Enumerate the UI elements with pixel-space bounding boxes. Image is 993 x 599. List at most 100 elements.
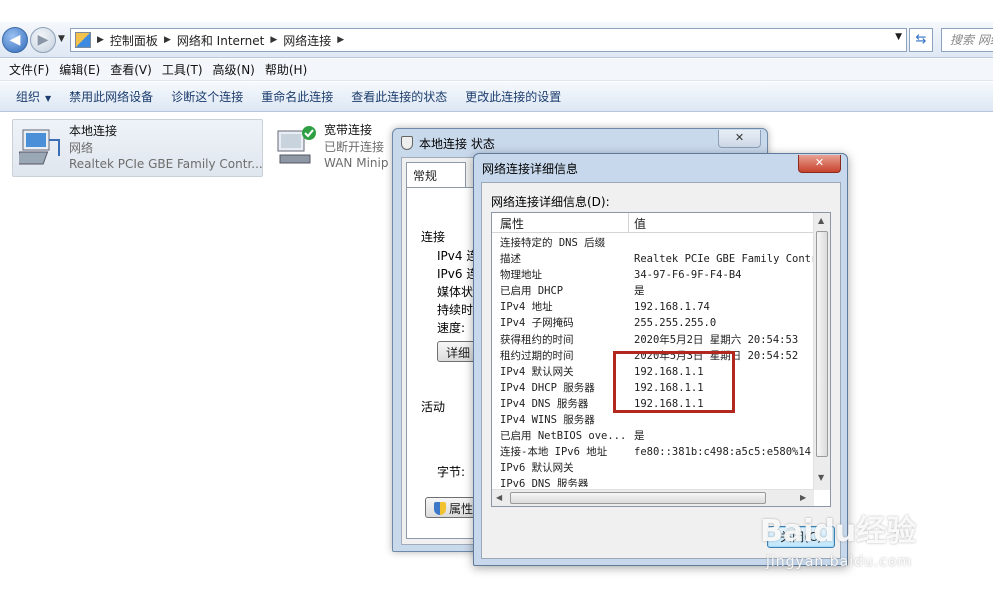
connection-broadband[interactable]: 宽带连接 已断开连接 WAN Minip	[268, 119, 398, 177]
menu-bar: 文件(F) 编辑(E) 查看(V) 工具(T) 高级(N) 帮助(H)	[0, 59, 993, 81]
breadcrumb-network-internet[interactable]: 网络和 Internet	[177, 32, 264, 49]
breadcrumb-network-connections[interactable]: 网络连接	[283, 32, 331, 49]
status-dialog-title: 本地连接 状态	[419, 137, 495, 151]
chevron-right-icon[interactable]: ▶	[164, 35, 171, 45]
menu-advanced[interactable]: 高级(N)	[208, 61, 260, 78]
connection-name: 本地连接	[69, 124, 118, 138]
column-divider[interactable]	[628, 213, 629, 233]
view-status-button[interactable]: 查看此连接的状态	[343, 88, 457, 105]
speed-label: 速度:	[437, 321, 466, 335]
forward-arrow-icon: ▶	[37, 32, 49, 48]
details-dialog-close-button[interactable]: ✕	[798, 155, 841, 173]
activity-heading: 活动	[421, 400, 446, 414]
back-arrow-icon: ◀	[9, 32, 21, 48]
property-cell: IPv4 子网掩码	[500, 317, 574, 330]
broadband-connection-icon	[277, 126, 316, 164]
property-cell: 获得租约的时间	[500, 333, 574, 346]
status-dialog-close-button[interactable]: ✕	[718, 130, 761, 148]
scroll-left-icon[interactable]: ◀	[496, 493, 502, 502]
refresh-icon: ⇆	[915, 32, 927, 47]
table-row[interactable]: IPv4 子网掩码 255.255.255.0	[492, 315, 814, 331]
property-cell: IPv4 默认网关	[500, 365, 574, 378]
connection-status: 网络	[69, 141, 94, 155]
table-row[interactable]: 物理地址 34-97-F6-9F-F4-B4	[492, 267, 814, 283]
table-row[interactable]: 连接-本地 IPv6 地址 fe80::381b:c498:a5c5:e580%1…	[492, 444, 814, 460]
value-cell: 34-97-F6-9F-F4-B4	[634, 269, 742, 282]
duration-label: 持续时	[437, 303, 474, 317]
table-row[interactable]: IPv6 默认网关	[492, 460, 814, 476]
column-header-value[interactable]: 值	[634, 215, 646, 232]
menu-tools[interactable]: 工具(T)	[157, 61, 208, 78]
table-row[interactable]: 获得租约的时间 2020年5月2日 星期六 20:54:53	[492, 332, 814, 348]
disable-device-button[interactable]: 禁用此网络设备	[61, 88, 163, 105]
property-cell: IPv4 地址	[500, 301, 553, 314]
value-cell: 是	[634, 285, 645, 298]
scroll-up-icon[interactable]: ▲	[818, 216, 824, 225]
organize-label: 组织	[16, 90, 41, 104]
table-row[interactable]: IPv4 地址 192.168.1.74	[492, 299, 814, 315]
table-row[interactable]: 已启用 DHCP 是	[492, 283, 814, 299]
table-row[interactable]: 已启用 NetBIOS ove... 是	[492, 428, 814, 444]
table-row[interactable]: 描述 Realtek PCIe GBE Family Contro	[492, 251, 814, 267]
menu-edit[interactable]: 编辑(E)	[54, 61, 105, 78]
property-cell: 连接-本地 IPv6 地址	[500, 446, 608, 459]
history-dropdown-icon[interactable]: ▼	[58, 34, 65, 44]
watermark-logo: Baidu经验	[760, 514, 917, 549]
details-list-label: 网络连接详细信息(D):	[491, 195, 610, 209]
details-dialog-title: 网络连接详细信息	[482, 162, 579, 176]
refresh-button[interactable]: ⇆	[909, 28, 933, 52]
chevron-right-icon[interactable]: ▶	[270, 35, 277, 45]
property-cell: 租约过期的时间	[500, 349, 574, 362]
change-settings-button[interactable]: 更改此连接的设置	[457, 88, 571, 105]
value-cell: 255.255.255.0	[634, 317, 717, 330]
organize-button[interactable]: 组织 ▼	[8, 88, 61, 105]
address-dropdown-icon[interactable]: ▼	[895, 32, 902, 42]
watermark-url: jingyan.baidu.com	[766, 554, 913, 570]
table-row[interactable]: IPv4 WINS 服务器	[492, 412, 814, 428]
diagnose-button[interactable]: 诊断这个连接	[163, 88, 253, 105]
property-cell: IPv4 DHCP 服务器	[500, 381, 595, 394]
breadcrumb-control-panel[interactable]: 控制面板	[110, 32, 158, 49]
baidu-watermark: Baidu经验 jingyan.baidu.com	[760, 492, 990, 592]
chevron-down-icon: ▼	[45, 94, 52, 103]
value-cell: Realtek PCIe GBE Family Contro	[634, 253, 814, 266]
menu-file[interactable]: 文件(F)	[4, 61, 54, 78]
uac-shield-icon	[434, 502, 446, 515]
table-row[interactable]: IPv6 DNS 服务器	[492, 476, 814, 487]
value-cell: 192.168.1.74	[634, 301, 710, 314]
close-icon: ✕	[814, 156, 825, 169]
column-header-property[interactable]: 属性	[500, 215, 524, 232]
scroll-down-icon[interactable]: ▼	[818, 473, 824, 482]
chevron-right-icon[interactable]: ▶	[97, 35, 104, 45]
network-adapter-icon	[19, 129, 60, 165]
vertical-scrollbar[interactable]: ▲ ▼	[813, 213, 830, 490]
search-input[interactable]: 搜索 网络	[941, 28, 993, 52]
property-cell: 已启用 DHCP	[500, 285, 564, 298]
command-bar: 组织 ▼ 禁用此网络设备 诊断这个连接 重命名此连接 查看此连接的状态 更改此连接…	[0, 82, 993, 112]
vertical-scroll-thumb[interactable]	[816, 231, 828, 457]
value-cell: 2020年5月2日 星期六 20:54:53	[634, 333, 799, 346]
connection-name: 宽带连接	[324, 123, 373, 137]
connection-device: Realtek PCIe GBE Family Contr...	[69, 157, 263, 171]
back-button[interactable]: ◀	[2, 27, 28, 53]
menu-help[interactable]: 帮助(H)	[260, 61, 312, 78]
menu-view[interactable]: 查看(V)	[105, 61, 157, 78]
rename-button[interactable]: 重命名此连接	[253, 88, 343, 105]
address-toolbar: ◀ ▶ ▼ ▶ 控制面板 ▶ 网络和 Internet ▶ 网络连接 ▶ ▼ ⇆…	[0, 22, 993, 58]
forward-button[interactable]: ▶	[30, 27, 56, 53]
connection-heading: 连接	[421, 230, 446, 244]
bytes-label: 字节:	[437, 465, 466, 479]
property-cell: 已启用 NetBIOS ove...	[500, 430, 627, 443]
property-cell: IPv6 DNS 服务器	[500, 478, 589, 487]
connection-local[interactable]: 本地连接 网络 Realtek PCIe GBE Family Contr...	[12, 119, 263, 177]
chevron-right-icon[interactable]: ▶	[337, 35, 344, 45]
value-cell: 是	[634, 430, 645, 443]
tab-general[interactable]: 常规	[406, 162, 466, 188]
connection-status-icon	[401, 136, 413, 150]
connection-status: 已断开连接	[324, 140, 385, 154]
list-header: 属性 值	[492, 213, 814, 233]
address-bar[interactable]: ▶ 控制面板 ▶ 网络和 Internet ▶ 网络连接 ▶ ▼	[70, 28, 907, 52]
horizontal-scroll-thumb[interactable]	[510, 492, 766, 504]
table-row[interactable]: 连接特定的 DNS 后缀	[492, 235, 814, 251]
close-icon: ✕	[734, 131, 745, 144]
